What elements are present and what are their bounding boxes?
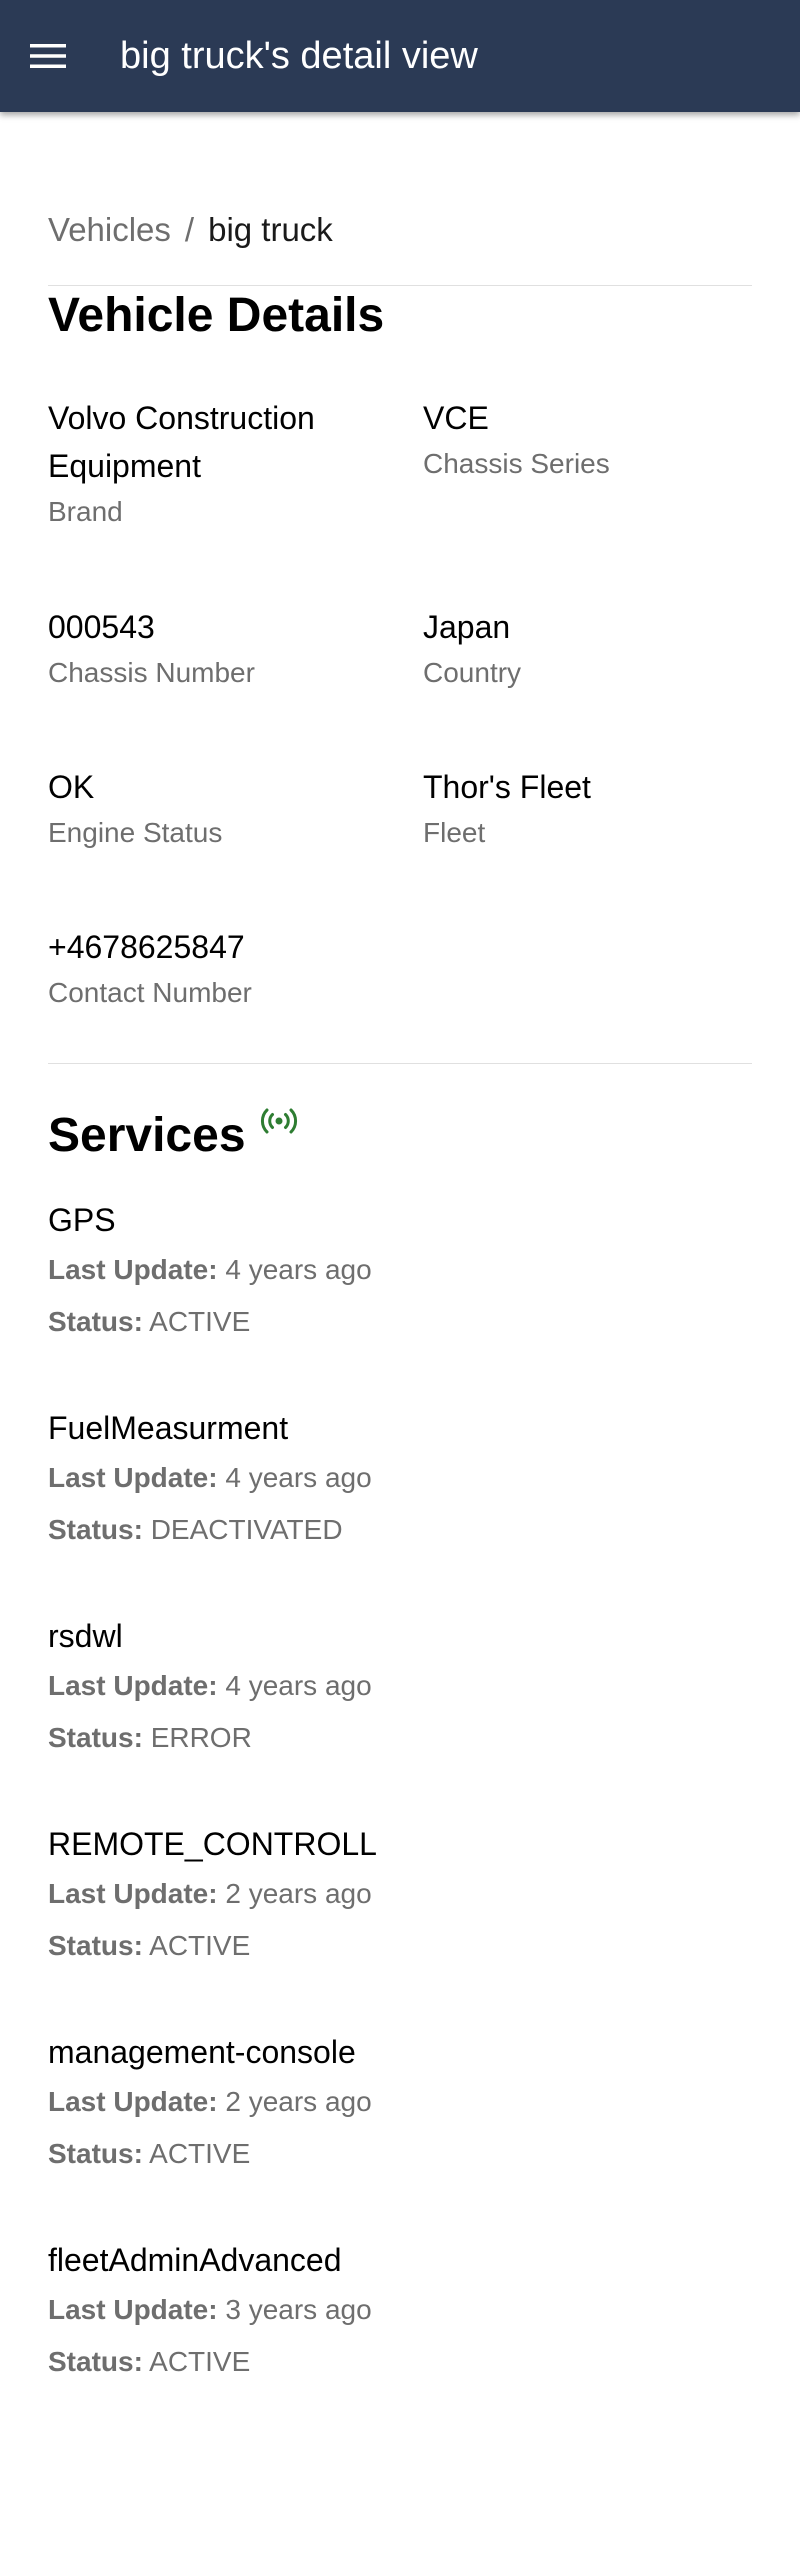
services-heading: Services (48, 1109, 246, 1162)
status-value: ERROR (150, 1722, 252, 1753)
detail-label: Engine Status (48, 817, 223, 848)
page-title: big truck's detail view (120, 34, 478, 77)
last-update-label: Last Update: (48, 1462, 218, 1493)
service-name: REMOTE_CONTROLL (48, 1826, 377, 1862)
detail-value: Japan (423, 609, 511, 645)
detail-value: OK (48, 769, 95, 805)
status-value: ACTIVE (149, 1930, 251, 1961)
breadcrumb: Vehicles / big truck (48, 207, 752, 252)
last-update-label: Last Update: (48, 1254, 218, 1285)
last-update-value: 4 years ago (225, 1254, 372, 1285)
menu-icon (30, 44, 66, 68)
detail-contact-number: +4678625847 Contact Number (48, 923, 423, 1063)
services-header: Services (48, 1106, 752, 1166)
menu-button[interactable] (24, 32, 72, 80)
live-signal-icon (260, 1108, 297, 1134)
vehicle-details-heading: Vehicle Details (48, 289, 385, 342)
last-update-label: Last Update: (48, 1670, 218, 1701)
main-content: Vehicles / big truck Vehicle Details Vol… (48, 112, 752, 2444)
status-label: Status: (48, 1930, 143, 1961)
service-name: FuelMeasurment (48, 1410, 289, 1446)
status-value: ACTIVE (149, 2138, 251, 2169)
service-name: fleetAdminAdvanced (48, 2242, 342, 2278)
detail-fleet: Thor's Fleet Fleet (423, 763, 752, 923)
status-value: ACTIVE (149, 2346, 251, 2377)
last-update-value: 3 years ago (225, 2294, 372, 2325)
detail-country: Japan Country (423, 603, 752, 763)
detail-value: 000543 (48, 609, 155, 645)
service-item: fleetAdminAdvanced Last Update: 3 years a… (48, 2236, 752, 2444)
divider (48, 1063, 752, 1064)
status-label: Status: (48, 1722, 143, 1753)
detail-value: VCE (423, 400, 489, 436)
last-update-value: 2 years ago (225, 1878, 372, 1909)
breadcrumb-vehicles-link[interactable]: Vehicles (48, 207, 171, 252)
service-last-update: Last Update: 4 years ago (48, 1452, 752, 1504)
detail-label: Chassis Series (423, 448, 610, 479)
last-update-value: 2 years ago (225, 2086, 372, 2117)
service-status: Status: ACTIVE (48, 1920, 752, 1972)
detail-label: Fleet (423, 817, 486, 848)
status-label: Status: (48, 1306, 143, 1337)
detail-label: Country (423, 657, 522, 688)
service-status: Status: ERROR (48, 1712, 752, 1764)
detail-label: Contact Number (48, 977, 252, 1008)
detail-label: Brand (48, 496, 123, 527)
status-value: DEACTIVATED (150, 1514, 343, 1545)
service-status: Status: DEACTIVATED (48, 1504, 752, 1556)
last-update-label: Last Update: (48, 2294, 218, 2325)
service-name: GPS (48, 1202, 116, 1238)
service-status: Status: ACTIVE (48, 2336, 752, 2388)
service-last-update: Last Update: 3 years ago (48, 2284, 752, 2336)
service-status: Status: ACTIVE (48, 1296, 752, 1348)
service-last-update: Last Update: 4 years ago (48, 1660, 752, 1712)
detail-label: Chassis Number (48, 657, 255, 688)
service-item: FuelMeasurment Last Update: 4 years ago St… (48, 1404, 752, 1612)
detail-value: Thor's Fleet (423, 769, 591, 805)
status-label: Status: (48, 2346, 143, 2377)
detail-empty (423, 923, 752, 1063)
service-item: REMOTE_CONTROLL Last Update: 2 years ago S… (48, 1820, 752, 2028)
service-item: GPS Last Update: 4 years ago Status: ACTIV… (48, 1196, 752, 1404)
app-bar: big truck's detail view (0, 0, 800, 112)
status-value: ACTIVE (149, 1306, 251, 1337)
detail-engine-status: OK Engine Status (48, 763, 423, 923)
detail-value: +4678625847 (48, 929, 245, 965)
service-item: management-console Last Update: 2 years a… (48, 2028, 752, 2236)
last-update-value: 4 years ago (225, 1462, 372, 1493)
detail-brand: Volvo Construction Equipment Brand (48, 394, 423, 603)
detail-chassis-series: VCE Chassis Series (423, 394, 752, 603)
breadcrumb-current: big truck (208, 211, 333, 248)
services-list: GPS Last Update: 4 years ago Status: ACTIV… (48, 1196, 752, 2444)
status-label: Status: (48, 2138, 143, 2169)
last-update-label: Last Update: (48, 2086, 218, 2117)
status-label: Status: (48, 1514, 143, 1545)
vehicle-details-grid: Volvo Construction Equipment Brand VCE C… (48, 394, 752, 1063)
service-last-update: Last Update: 4 years ago (48, 1244, 752, 1296)
service-last-update: Last Update: 2 years ago (48, 1868, 752, 1920)
service-last-update: Last Update: 2 years ago (48, 2076, 752, 2128)
detail-chassis-number: 000543 Chassis Number (48, 603, 423, 763)
last-update-value: 4 years ago (225, 1670, 372, 1701)
service-name: rsdwl (48, 1618, 123, 1654)
detail-value: Volvo Construction Equipment (48, 400, 315, 484)
service-status: Status: ACTIVE (48, 2128, 752, 2180)
breadcrumb-separator: / (184, 211, 195, 248)
service-name: management-console (48, 2034, 356, 2070)
service-item: rsdwl Last Update: 4 years ago Status: ERR… (48, 1612, 752, 1820)
last-update-label: Last Update: (48, 1878, 218, 1909)
